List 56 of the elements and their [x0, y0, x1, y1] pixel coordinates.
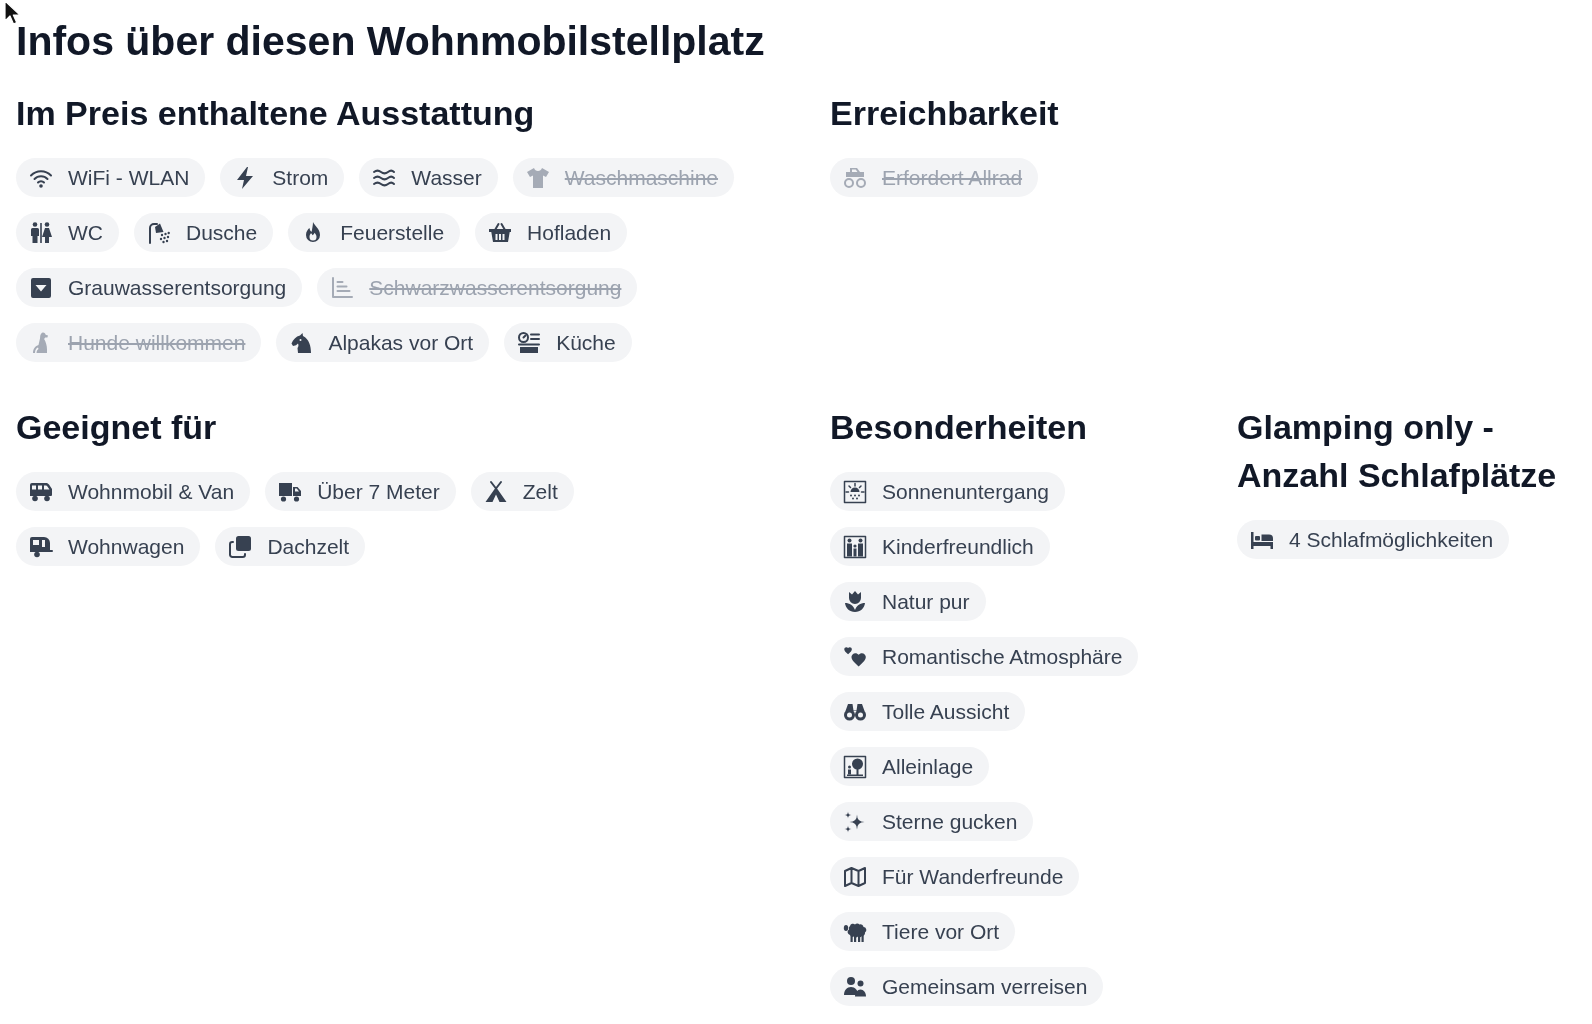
section-heading: Erreichbarkeit	[830, 93, 1060, 134]
tag-label: Tolle Aussicht	[882, 699, 1010, 724]
monster-truck-icon	[843, 165, 867, 190]
people-icon	[843, 974, 867, 999]
tent-icon	[483, 479, 508, 504]
oven-icon	[517, 330, 542, 355]
tag-label: WC	[68, 220, 103, 245]
section-heading: Im Preis enthaltene Ausstattung	[16, 93, 536, 134]
tag-label: Alpakas vor Ort	[328, 330, 474, 355]
caravan-icon	[29, 534, 53, 559]
hearts-icon	[843, 644, 867, 669]
tag-label: Wohnmobil & Van	[68, 479, 235, 504]
tag-label: Wohnwagen	[68, 534, 185, 559]
tag-label: Grauwasserentsorgung	[68, 275, 287, 300]
person-tree-icon	[843, 754, 867, 779]
section-heading: Besonderheiten	[830, 407, 1088, 448]
tag-label: Für Wanderfreunde	[882, 864, 1064, 889]
tag-label: Küche	[556, 330, 616, 355]
bar-list-icon	[330, 275, 355, 300]
tag-label: Wasser	[411, 165, 482, 190]
tag-label: Hunde willkommen	[68, 330, 246, 355]
overlapping-squares-icon	[228, 534, 253, 559]
tag-label: Erfordert Allrad	[882, 165, 1023, 190]
tag-label: Waschmaschine	[564, 165, 719, 190]
sunset-icon	[843, 479, 867, 504]
tag-label: Natur pur	[882, 589, 970, 614]
tag-label: WiFi - WLAN	[68, 165, 190, 190]
cursor-icon	[4, 0, 20, 26]
tag-label: Strom	[272, 165, 329, 190]
tag-label: Alleinlage	[882, 754, 974, 779]
tag-label: Kinderfreundlich	[882, 534, 1034, 559]
tag-label: Sonnenuntergang	[882, 479, 1049, 504]
tag-label: Schwarzwasserentsorgung	[369, 275, 622, 300]
tulip-icon	[843, 589, 867, 614]
horse-head-icon	[289, 330, 314, 355]
map-icon	[843, 864, 867, 889]
section-heading: Glamping only - Anzahl Schlafplätze	[1237, 407, 1558, 496]
shower-icon	[147, 220, 171, 245]
tag-label: Dachzelt	[267, 534, 350, 559]
section-heading: Geeignet für	[16, 407, 218, 448]
tag-label: 4 Schlafmöglichkeiten	[1289, 527, 1494, 552]
restroom-icon	[29, 220, 53, 245]
tag-label: Über 7 Meter	[317, 479, 440, 504]
tag-label: Tiere vor Ort	[882, 919, 1000, 944]
tag-label: Dusche	[186, 220, 258, 245]
tag-label: Romantische Atmosphäre	[882, 644, 1123, 669]
page-title: Infos über diesen Wohnmobilstellplatz	[16, 17, 766, 65]
basket-icon	[488, 220, 513, 245]
tag-label: Sterne gucken	[882, 809, 1018, 834]
tag-label: Zelt	[522, 479, 558, 504]
family-icon	[843, 534, 867, 559]
t-shirt-icon	[525, 165, 550, 190]
tag-label: Gemeinsam verreisen	[882, 974, 1088, 999]
tag-label: Hofladen	[527, 220, 612, 245]
tag-label: Feuerstelle	[340, 220, 445, 245]
square-down-icon	[29, 275, 53, 300]
